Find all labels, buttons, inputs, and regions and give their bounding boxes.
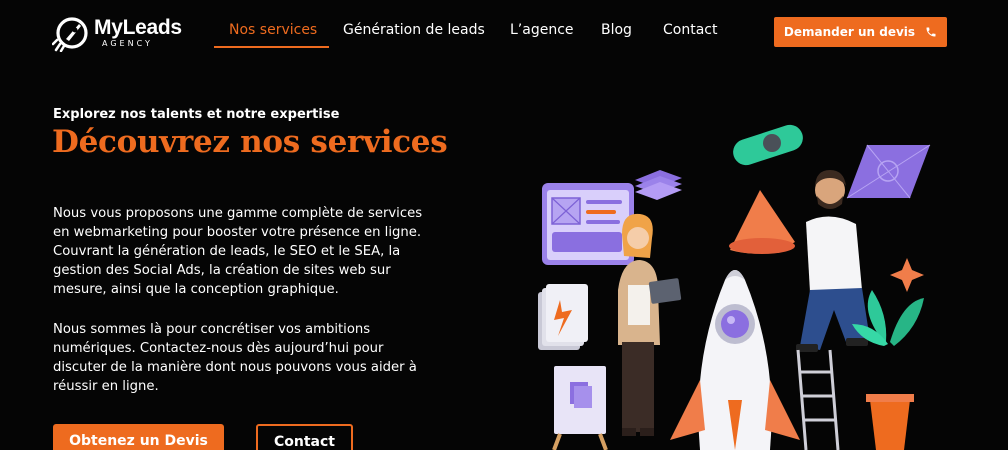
file-stack-illustration (538, 284, 588, 350)
toggle-pill-illustration (733, 124, 803, 166)
brand-name: MyLeads (94, 16, 182, 39)
phone-icon (926, 27, 936, 37)
hero-eyebrow: Explorez nos talents et notre expertise (53, 107, 340, 122)
hero-paragraph-contact: Nous sommes là pour concrétiser vos ambi… (53, 322, 417, 394)
nav-item-agence[interactable]: L’agence (510, 22, 574, 38)
sparkle-star-illustration (890, 258, 924, 292)
dashboard-panel-illustration (542, 183, 634, 265)
hero-paragraph-services: Nous vous proposons une gamme complète d… (53, 206, 423, 297)
brand-tagline: AGENCY (102, 39, 153, 48)
nav-item-generation-de-leads[interactable]: Génération de leads (343, 22, 485, 38)
stacked-cards-illustration (635, 170, 682, 200)
page-title: Découvrez nos services (52, 124, 448, 160)
purple-tile-illustration (846, 144, 931, 199)
nav-item-nos-services[interactable]: Nos services (229, 22, 317, 38)
brand-logo[interactable]: MyLeads AGENCY (52, 12, 192, 54)
contact-button[interactable]: Contact (256, 424, 353, 450)
rocket-logo-icon (52, 17, 88, 52)
request-quote-label: Demander un devis (783, 25, 916, 39)
get-quote-button[interactable]: Obtenez un Devis (53, 424, 224, 450)
easel-illustration (552, 366, 608, 450)
site-header: MyLeads AGENCY Nos services Génération d… (0, 0, 1008, 62)
rocket-illustration (670, 270, 800, 450)
nav-item-blog[interactable]: Blog (601, 22, 632, 38)
nav-item-contact[interactable]: Contact (663, 22, 717, 38)
ladder-illustration (796, 349, 840, 450)
active-nav-indicator (214, 46, 329, 48)
woman-with-laptop-illustration (618, 213, 682, 436)
hero-illustration (538, 124, 931, 450)
request-quote-button[interactable]: Demander un devis (774, 17, 947, 47)
